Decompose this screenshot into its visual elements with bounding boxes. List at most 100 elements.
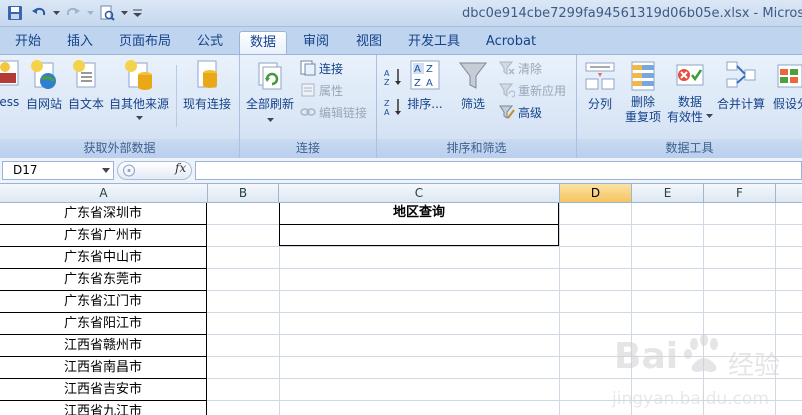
data-validation-button[interactable]: 数据 有效性 [667, 59, 714, 125]
undo-icon [32, 7, 46, 16]
tab-page-layout[interactable]: 页面布局 [112, 31, 178, 54]
tab-insert[interactable]: 插入 [56, 31, 104, 54]
svg-text:A: A [426, 78, 433, 89]
svg-text:Z: Z [384, 99, 390, 108]
access-icon [0, 60, 19, 86]
sort-descending-button[interactable]: ZA [383, 97, 403, 117]
tab-view[interactable]: 视图 [347, 31, 391, 54]
undo-dropdown[interactable] [52, 3, 60, 23]
tab-developer[interactable]: 开发工具 [400, 31, 468, 54]
edit-links-label: 编辑链接 [319, 105, 368, 120]
redo-dropdown[interactable] [86, 3, 94, 23]
edit-links-button[interactable]: 编辑链接 [300, 102, 367, 122]
insert-function-button[interactable]: fx [175, 161, 186, 175]
print-preview-button[interactable] [96, 3, 118, 23]
excel-window: dbc0e914cbe7299fa94561319d06b05e.xlsx - … [0, 0, 802, 415]
save-button[interactable] [4, 3, 26, 23]
tab-review[interactable]: 审阅 [294, 31, 338, 54]
other-sources-icon [125, 60, 152, 90]
group-label-external-data: 获取外部数据 [0, 139, 239, 158]
remove-duplicates-button[interactable]: 删除 重复项 [621, 59, 665, 125]
cell-a[interactable]: 广东省深圳市 [0, 203, 207, 225]
connections-icon [300, 60, 316, 76]
refresh-icon [258, 62, 282, 90]
data-validation-dropdown[interactable]: 有效性 [667, 110, 714, 125]
reapply-filter-button[interactable]: 重新应用 [499, 80, 566, 100]
refresh-all-button[interactable]: 全部刷新 [244, 59, 296, 125]
formula-bar: D17 fx [0, 158, 802, 184]
gridline [559, 203, 560, 415]
existing-connections-button[interactable]: 现有连接 [180, 59, 234, 112]
redo-button[interactable] [62, 3, 84, 23]
properties-button[interactable]: 属性 [300, 80, 343, 100]
baidu-jingyan-watermark: Bai 经验 jingyan.baidu.com [611, 334, 780, 409]
consolidate-button[interactable]: 合并计算 [715, 59, 767, 112]
print-preview-dropdown[interactable] [120, 3, 128, 23]
properties-icon [301, 83, 315, 97]
existing-connections-icon [197, 60, 217, 88]
from-other-sources-button[interactable]: 自其他来源 [108, 59, 170, 123]
redo-icon [66, 7, 80, 16]
advanced-filter-button[interactable]: 高级 [499, 102, 542, 122]
sort-dialog-icon: A ZZ A [410, 60, 440, 90]
connections-button[interactable]: 连接 [300, 58, 343, 78]
sort-button[interactable]: AZZA 排序... [405, 59, 445, 112]
svg-text:A: A [384, 69, 390, 78]
svg-text:jingyan.baidu.com: jingyan.baidu.com [611, 389, 769, 409]
region-query-header[interactable]: 地区查询 [279, 203, 559, 225]
remove-duplicates-icon [631, 61, 655, 91]
column-header-a[interactable]: A [0, 184, 208, 203]
tab-home[interactable]: 开始 [2, 31, 54, 54]
column-header-c[interactable]: C [279, 184, 560, 203]
expand-handle-icon[interactable] [120, 162, 140, 179]
tab-data[interactable]: 数据 [239, 31, 287, 54]
sort-ascending-button[interactable]: AZ [383, 67, 403, 87]
svg-text:Z: Z [426, 64, 433, 75]
column-header-g[interactable] [776, 184, 802, 203]
formula-input[interactable] [195, 161, 802, 180]
what-if-analysis-button[interactable]: 假设分 [771, 59, 802, 112]
cell-a[interactable]: 江西省南昌市 [0, 357, 207, 379]
cell-a[interactable]: 江西省赣州市 [0, 335, 207, 357]
text-to-columns-label: 分列 [587, 97, 612, 111]
filter-label: 筛选 [460, 97, 485, 111]
ribbon: cess 自网站 自文本 自其他来源 现有连接 获取外部数据 [0, 54, 802, 158]
region-query-input-cell[interactable] [279, 224, 559, 246]
from-text-label: 自文本 [67, 97, 104, 111]
name-box[interactable]: D17 [2, 161, 114, 180]
from-web-label: 自网站 [25, 97, 62, 111]
clear-filter-button[interactable]: 清除 [499, 58, 542, 78]
chevron-down-icon [135, 116, 143, 120]
column-header-f[interactable]: F [704, 184, 776, 203]
reapply-filter-label: 重新应用 [518, 83, 567, 98]
from-web-button[interactable]: 自网站 [24, 59, 64, 112]
consolidate-label: 合并计算 [716, 97, 765, 111]
cell-a[interactable]: 广东省中山市 [0, 247, 207, 269]
cell-a[interactable]: 广东省广州市 [0, 225, 207, 247]
text-to-columns-icon [585, 62, 615, 90]
chevron-down-icon[interactable] [102, 168, 110, 173]
column-header-b[interactable]: B [208, 184, 279, 203]
what-if-icon [777, 64, 802, 88]
text-to-columns-button[interactable]: 分列 [583, 59, 617, 112]
cell-a[interactable]: 江西省吉安市 [0, 379, 207, 401]
clear-filter-label: 清除 [518, 61, 543, 76]
from-access-button[interactable]: cess [0, 59, 24, 109]
group-label-sort-filter: 排序和筛选 [377, 139, 576, 158]
customize-toolbar-button[interactable] [130, 3, 144, 23]
cell-a[interactable]: 广东省东莞市 [0, 269, 207, 291]
filter-button[interactable]: 筛选 [455, 59, 491, 112]
column-header-d[interactable]: D [560, 184, 632, 203]
tab-acrobat[interactable]: Acrobat [480, 31, 542, 54]
remove-duplicates-label-2: 重复项 [624, 110, 661, 124]
save-icon [8, 6, 22, 20]
cell-a[interactable]: 广东省阳江市 [0, 313, 207, 335]
tab-formulas[interactable]: 公式 [188, 31, 232, 54]
svg-text:Z: Z [384, 78, 390, 87]
from-text-button[interactable]: 自文本 [66, 59, 106, 112]
undo-button[interactable] [28, 3, 50, 23]
column-header-e[interactable]: E [632, 184, 704, 203]
cell-a[interactable]: 广东省江门市 [0, 291, 207, 313]
cell-a[interactable]: 江西省九江市 [0, 401, 207, 415]
chevron-down-icon [86, 10, 94, 15]
